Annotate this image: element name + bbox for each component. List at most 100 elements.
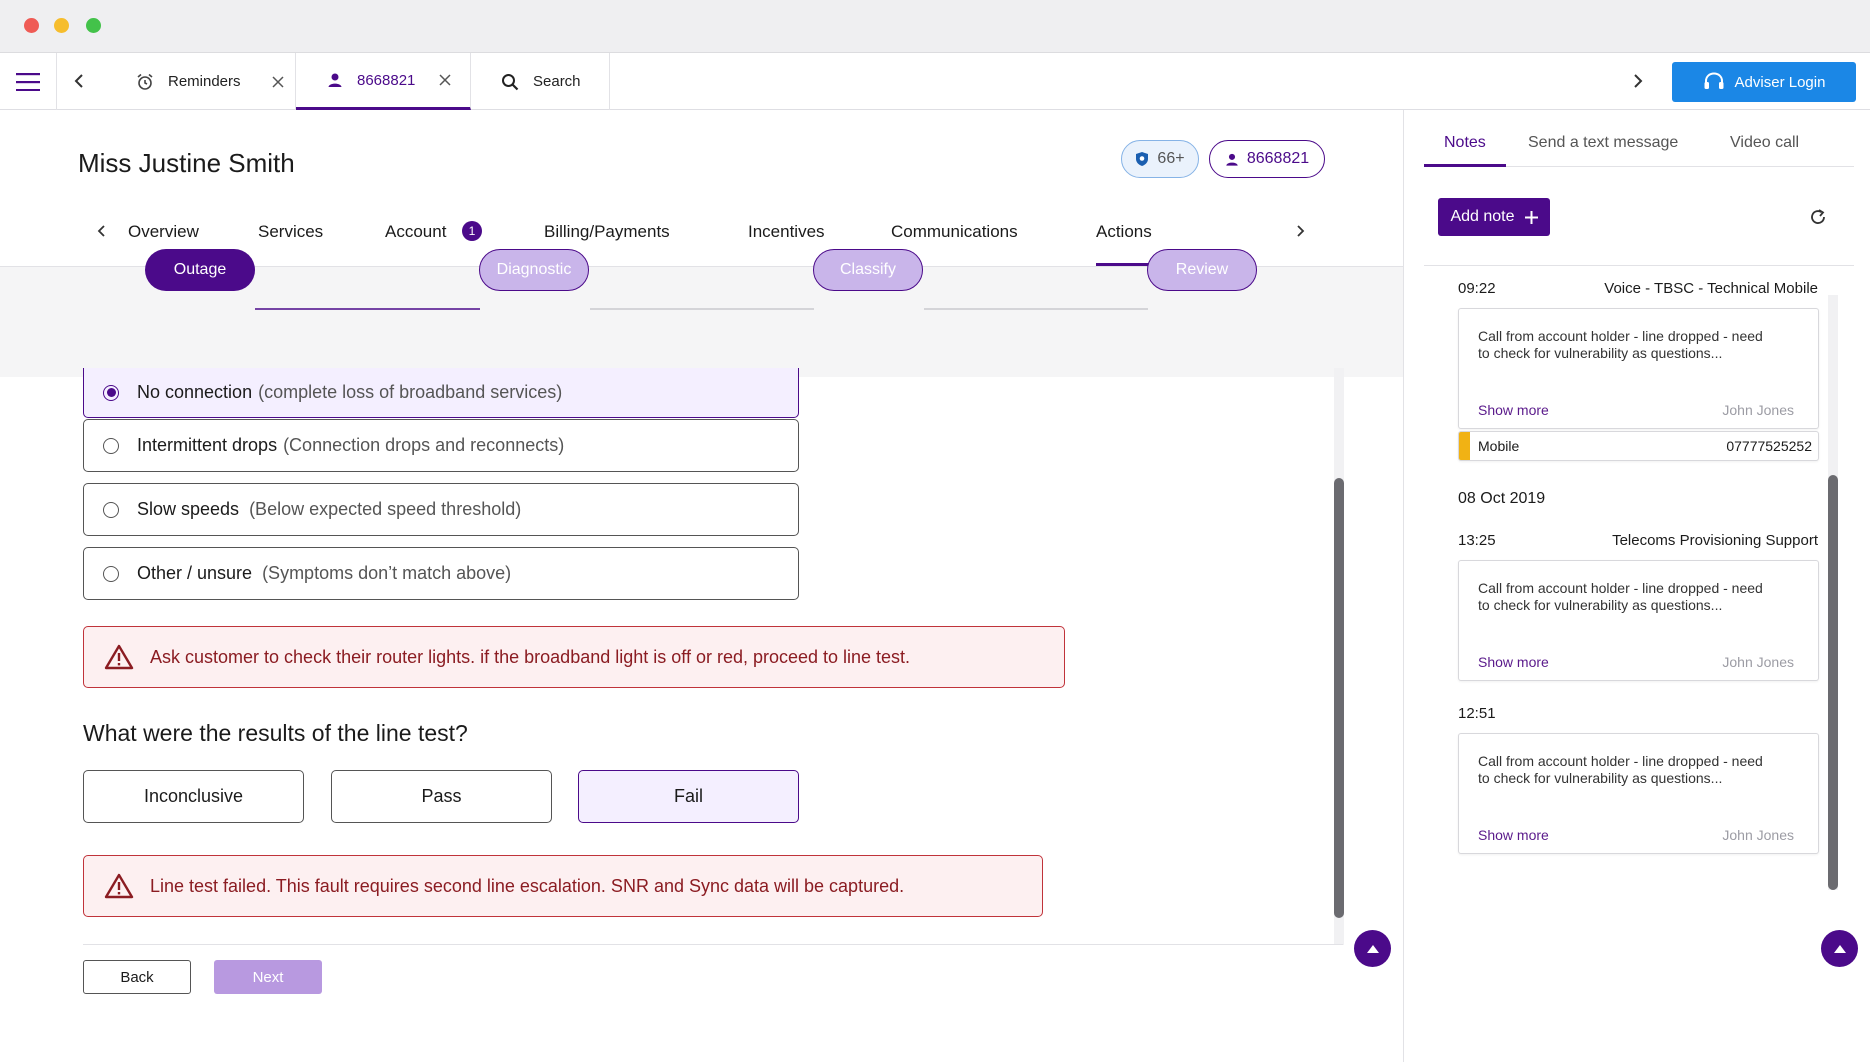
symptom-description: (Connection drops and reconnects) (283, 435, 565, 455)
nav-scroll-left-icon[interactable] (96, 224, 108, 238)
contact-type: Mobile (1478, 438, 1520, 454)
notes-scroll-to-top-button[interactable] (1821, 930, 1858, 967)
step-classify[interactable]: Classify (813, 249, 923, 291)
show-more-link[interactable]: Show more (1478, 827, 1549, 843)
symptom-label: Other / unsure (137, 563, 253, 583)
symptom-description: (Below expected speed threshold) (249, 499, 522, 519)
note-text: Call from account holder - line dropped … (1478, 753, 1763, 786)
age-badge: 66+ (1121, 140, 1199, 178)
nav-scroll-right-icon[interactable] (1294, 224, 1306, 238)
note-card[interactable]: Call from account holder - line dropped … (1458, 308, 1819, 429)
tab-account-label: 8668821 (357, 71, 416, 89)
step-review[interactable]: Review (1147, 249, 1257, 291)
plus-icon (1524, 210, 1538, 224)
alarm-clock-icon (136, 73, 154, 91)
router-check-alert: Ask customer to check their router light… (83, 626, 1065, 688)
tabs-scroll-left-icon[interactable] (73, 73, 87, 89)
form-scrollbar-thumb[interactable] (1334, 478, 1344, 918)
customer-name: Miss Justine Smith (78, 148, 295, 178)
tab-reminders[interactable]: Reminders (103, 53, 296, 110)
shield-icon (1135, 151, 1149, 167)
line-test-question: What were the results of the line test? (83, 720, 468, 746)
symptom-description: (complete loss of broadband services) (258, 382, 563, 402)
account-notification-badge: 1 (462, 221, 482, 241)
nav-tab-incentives[interactable]: Incentives (748, 222, 825, 242)
symptom-option-intermittent[interactable]: Intermittent drops (Connection drops and… (83, 419, 799, 472)
note-team: Telecoms Provisioning Support (1612, 532, 1818, 549)
form-scrollbar-track[interactable] (1334, 368, 1344, 945)
show-more-link[interactable]: Show more (1478, 654, 1549, 670)
close-window-button[interactable] (24, 18, 39, 33)
nav-tab-services[interactable]: Services (258, 222, 323, 242)
arrow-up-icon (1366, 944, 1380, 954)
line-test-inconclusive-button[interactable]: Inconclusive (83, 770, 304, 823)
maximize-window-button[interactable] (86, 18, 101, 33)
notes-panel: Notes Send a text message Video call Add… (1403, 110, 1870, 1062)
note-author: John Jones (1722, 402, 1794, 418)
scroll-to-top-button[interactable] (1354, 930, 1391, 967)
note-card[interactable]: Call from account holder - line dropped … (1458, 733, 1819, 854)
add-note-button[interactable]: Add note (1438, 198, 1550, 236)
close-tab-icon[interactable] (272, 75, 284, 88)
note-author: John Jones (1722, 654, 1794, 670)
radio-icon (103, 501, 119, 518)
line-test-fail-button[interactable]: Fail (578, 770, 799, 823)
contact-accent-bar (1459, 432, 1470, 460)
symptom-option-no-connection[interactable]: No connection (complete loss of broadban… (83, 368, 799, 418)
tab-send-text[interactable]: Send a text message (1528, 134, 1678, 152)
nav-tab-overview[interactable]: Overview (128, 222, 199, 242)
notes-scrollbar-track[interactable] (1828, 295, 1838, 890)
contact-detail-row: Mobile 07777525252 (1458, 431, 1819, 461)
step-diagnostic[interactable]: Diagnostic (479, 249, 589, 291)
menu-button[interactable] (0, 53, 57, 110)
symptom-option-other[interactable]: Other / unsure (Symptoms don’t match abo… (83, 547, 799, 600)
next-button[interactable]: Next (214, 960, 322, 994)
back-button[interactable]: Back (83, 960, 191, 994)
notes-date-header: 08 Oct 2019 (1458, 490, 1546, 507)
nav-tab-account[interactable]: Account (385, 222, 446, 242)
nav-tab-billing[interactable]: Billing/Payments (544, 222, 670, 242)
adviser-login-label: Adviser Login (1734, 73, 1826, 91)
headset-icon (1703, 72, 1725, 92)
tab-account-8668821[interactable]: 8668821 (296, 53, 471, 110)
notes-scrollbar-thumb[interactable] (1828, 475, 1838, 890)
account-id-badge[interactable]: 8668821 (1209, 140, 1325, 178)
note-time: 13:25 (1458, 532, 1496, 549)
show-more-link[interactable]: Show more (1478, 402, 1549, 418)
symptom-option-slow-speeds[interactable]: Slow speeds (Below expected speed thresh… (83, 483, 799, 536)
adviser-login-button[interactable]: Adviser Login (1672, 62, 1856, 102)
tab-search[interactable]: Search (471, 53, 610, 110)
tab-search-label: Search (533, 73, 581, 90)
contact-number: 07777525252 (1726, 438, 1812, 454)
symptom-label: No connection (137, 382, 253, 402)
note-card[interactable]: Call from account holder - line dropped … (1458, 560, 1819, 681)
refresh-icon[interactable] (1809, 208, 1827, 226)
line-test-pass-button[interactable]: Pass (331, 770, 552, 823)
symptom-description: (Symptoms don’t match above) (262, 563, 512, 583)
note-time: 12:51 (1458, 705, 1496, 722)
age-badge-label: 66+ (1157, 150, 1185, 167)
note-text: Call from account holder - line dropped … (1478, 328, 1763, 361)
user-icon (1225, 152, 1239, 167)
notes-divider (1424, 265, 1854, 266)
nav-tab-actions[interactable]: Actions (1096, 222, 1152, 242)
footer-divider (83, 944, 1343, 945)
router-check-text: Ask customer to check their router light… (150, 646, 911, 667)
close-tab-icon[interactable] (439, 74, 451, 86)
radio-selected-icon (103, 384, 119, 401)
note-time: 09:22 (1458, 280, 1496, 297)
tab-reminders-label: Reminders (168, 73, 241, 90)
warning-icon (104, 873, 134, 899)
arrow-up-icon (1833, 944, 1847, 954)
tab-video-call[interactable]: Video call (1730, 134, 1799, 152)
symptom-label: Slow speeds (137, 499, 240, 519)
tabs-scroll-right-icon[interactable] (1630, 73, 1644, 89)
minimize-window-button[interactable] (54, 18, 69, 33)
tab-notes[interactable]: Notes (1444, 134, 1486, 152)
window-titlebar (0, 0, 1870, 53)
line-test-failed-text: Line test failed. This fault requires se… (150, 875, 905, 896)
nav-tab-communications[interactable]: Communications (891, 222, 1018, 242)
user-icon (327, 72, 343, 88)
app-tab-bar: Reminders 8668821 Search (0, 53, 1870, 110)
step-outage[interactable]: Outage (145, 249, 255, 291)
